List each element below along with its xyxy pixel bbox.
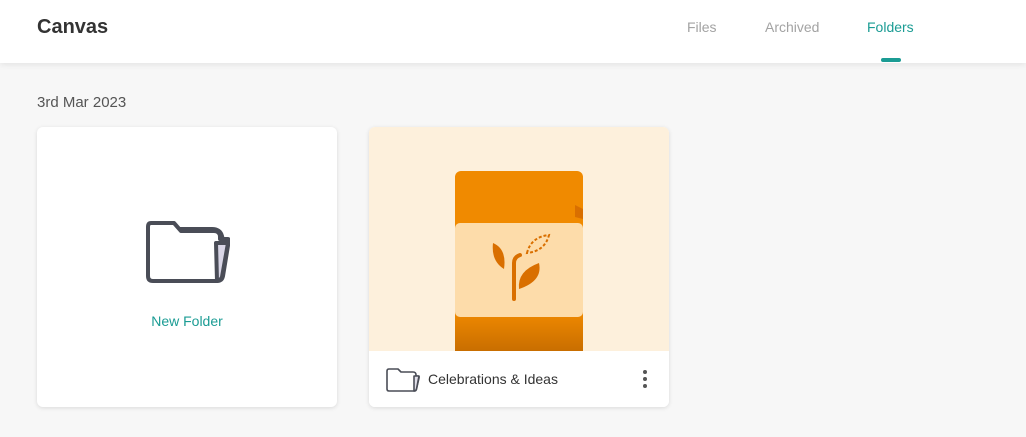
more-dot-icon xyxy=(643,370,647,374)
folder-card-footer: Celebrations & Ideas xyxy=(369,351,669,407)
tab-archived[interactable]: Archived xyxy=(765,19,819,35)
journal-sprout-illustration xyxy=(455,171,583,351)
more-dot-icon xyxy=(643,377,647,381)
top-bar: Canvas Files Archived Folders xyxy=(0,0,1026,63)
tab-folders[interactable]: Folders xyxy=(867,19,914,35)
active-tab-indicator xyxy=(881,58,901,62)
folder-name: Celebrations & Ideas xyxy=(428,371,558,387)
folder-icon xyxy=(386,368,420,392)
tab-files[interactable]: Files xyxy=(687,19,717,35)
date-heading: 3rd Mar 2023 xyxy=(37,94,127,111)
more-options-button[interactable] xyxy=(637,367,653,391)
new-folder-card[interactable]: New Folder xyxy=(37,127,337,407)
folder-thumbnail xyxy=(369,127,669,351)
folder-icon xyxy=(146,221,230,283)
new-folder-label: New Folder xyxy=(151,313,223,329)
folder-card[interactable]: Celebrations & Ideas xyxy=(369,127,669,407)
nav-tabs: Files Archived Folders xyxy=(0,0,1026,63)
more-dot-icon xyxy=(643,384,647,388)
